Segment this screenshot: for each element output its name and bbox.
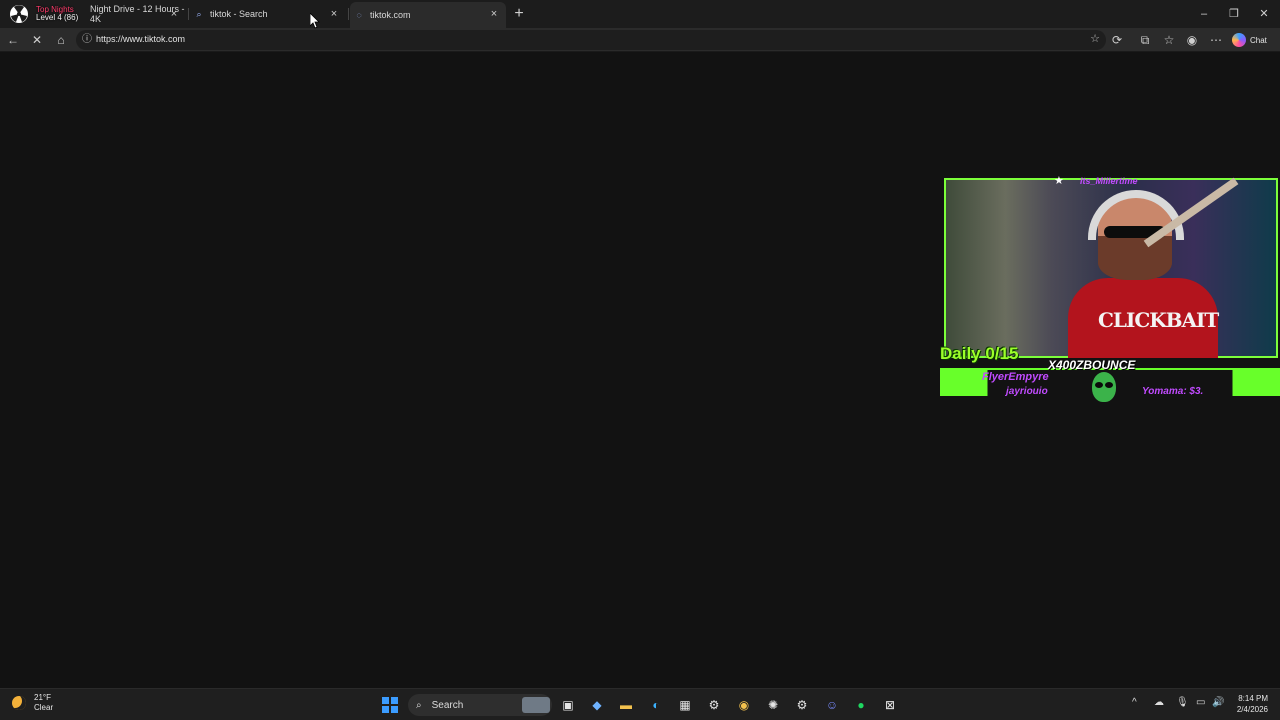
- search-favicon-icon: ⌕: [196, 8, 202, 19]
- copilot-icon: [1232, 33, 1246, 47]
- chrome-icon[interactable]: ◉: [734, 695, 754, 715]
- favorites-icon[interactable]: ☆: [1160, 31, 1178, 49]
- tab-tiktok-search[interactable]: ⌕ tiktok - Search ×: [190, 2, 346, 26]
- recent-tip: Yomama: $3.: [1142, 386, 1204, 397]
- address-bar[interactable]: ⓘ https://www.tiktok.com ☆: [76, 30, 1106, 50]
- file-explorer-icon[interactable]: ▬: [616, 695, 636, 715]
- app-window-icon[interactable]: ⊠: [880, 695, 900, 715]
- profile-avatar-icon[interactable]: ◉: [1183, 31, 1201, 49]
- star-icon: ★: [1054, 175, 1064, 187]
- windows-logo-icon: [382, 697, 398, 713]
- close-tab-icon[interactable]: ×: [488, 8, 500, 20]
- tab-separator: [348, 8, 349, 20]
- close-tab-icon[interactable]: ×: [168, 8, 180, 20]
- copilot-app-icon[interactable]: ◆: [587, 695, 607, 715]
- browser-toolbar: ← ✕ ⌂ ⓘ https://www.tiktok.com ☆ ⟳ ⧉ ☆ ◉…: [0, 28, 1280, 52]
- tab-night-drive[interactable]: Night Drive - 12 Hours - 4K ×: [30, 2, 186, 26]
- restore-icon[interactable]: ❐: [1224, 5, 1244, 23]
- copilot-chat-button[interactable]: Chat: [1232, 31, 1267, 49]
- minimize-icon[interactable]: –: [1194, 5, 1214, 23]
- task-view-icon[interactable]: ▣: [558, 695, 578, 715]
- tab-label: tiktok - Search: [210, 9, 268, 19]
- extensions-icon[interactable]: ⧉: [1136, 31, 1154, 49]
- recent-sub-1: FlyerEmpyre: [982, 371, 1049, 383]
- chat-label: Chat: [1250, 35, 1267, 45]
- webcam-frame: CLICKBAIT: [944, 177, 1278, 358]
- tab-tiktok-active[interactable]: ◌ tiktok.com ×: [350, 2, 506, 28]
- clock-time: 8:14 PM: [1238, 694, 1268, 703]
- alien-mascot-icon: [1092, 372, 1116, 402]
- recent-sub-2: jayriouio: [1006, 386, 1048, 397]
- discord-icon[interactable]: ☺: [822, 695, 842, 715]
- moon-icon: [12, 696, 26, 710]
- more-menu-icon[interactable]: ⋯: [1207, 31, 1225, 49]
- tab-label: tiktok.com: [370, 10, 411, 20]
- system-clock[interactable]: 8:14 PM 2/4/2026: [1228, 693, 1268, 715]
- loading-spinner-icon: ◌: [356, 10, 362, 20]
- weather-temp: 21°F: [34, 693, 51, 702]
- webcam-overlay: CLICKBAIT ★ Its_Millertime Daily 0/15 X4…: [940, 175, 1280, 406]
- search-icon: ⌕: [416, 699, 422, 711]
- steam-icon[interactable]: ⚙: [704, 695, 724, 715]
- home-icon[interactable]: ⌂: [52, 31, 70, 49]
- onedrive-icon[interactable]: ☁: [1154, 697, 1164, 708]
- clock-date: 2/4/2026: [1236, 705, 1268, 714]
- weather-condition: Clear: [34, 703, 54, 712]
- tab-separator: [188, 8, 189, 20]
- site-info-icon[interactable]: ⓘ: [82, 33, 94, 47]
- headset-shape: [1088, 190, 1184, 240]
- store-icon[interactable]: ▦: [675, 695, 695, 715]
- microphone-icon[interactable]: 🎙: [1176, 697, 1189, 708]
- edge-browser-icon[interactable]: ◐: [646, 695, 666, 715]
- beard-shape-front: [1098, 236, 1172, 280]
- hoodie-text: CLICKBAIT: [1098, 308, 1219, 332]
- search-label: Search: [431, 699, 464, 711]
- url-text: https://www.tiktok.com: [96, 34, 186, 44]
- daily-goal-text: Daily 0/15: [940, 344, 1019, 363]
- browser-tabstrip: Top Nights Level 4 (86) Night Drive - 12…: [0, 0, 1280, 28]
- close-window-icon[interactable]: ✕: [1254, 5, 1274, 23]
- network-icon[interactable]: ▭: [1196, 697, 1205, 708]
- new-tab-button[interactable]: +: [510, 5, 528, 23]
- back-arrow-icon[interactable]: ←: [4, 31, 22, 49]
- tray-overflow-icon[interactable]: ^: [1132, 697, 1137, 708]
- steam-alt-icon[interactable]: ⚙: [792, 695, 812, 715]
- search-highlight-image: [522, 697, 550, 713]
- overlay-top-name: Its_Millertime: [1080, 176, 1138, 186]
- radiation-logo-icon: [6, 4, 32, 24]
- favorite-star-icon[interactable]: ☆: [1090, 32, 1100, 45]
- taskbar-search[interactable]: ⌕ Search: [408, 694, 552, 716]
- start-button[interactable]: [380, 695, 400, 715]
- spotify-icon[interactable]: ●: [851, 695, 871, 715]
- close-tab-icon[interactable]: ×: [328, 8, 340, 20]
- app-icon[interactable]: ✺: [763, 695, 783, 715]
- page-content-area: CLICKBAIT ★ Its_Millertime Daily 0/15 X4…: [0, 52, 1280, 688]
- brand-text: X400ZBOUNCE: [1048, 358, 1136, 372]
- volume-icon[interactable]: 🔊: [1212, 697, 1224, 708]
- refresh-extension-icon[interactable]: ⟳: [1108, 31, 1126, 49]
- stop-loading-icon[interactable]: ✕: [28, 31, 46, 49]
- windows-taskbar: 21°F Clear ⌕ Search ▣ ◆ ▬ ◐ ▦ ⚙ ◉ ✺ ⚙ ☺ …: [0, 688, 1280, 720]
- weather-widget[interactable]: 21°F Clear: [12, 693, 53, 713]
